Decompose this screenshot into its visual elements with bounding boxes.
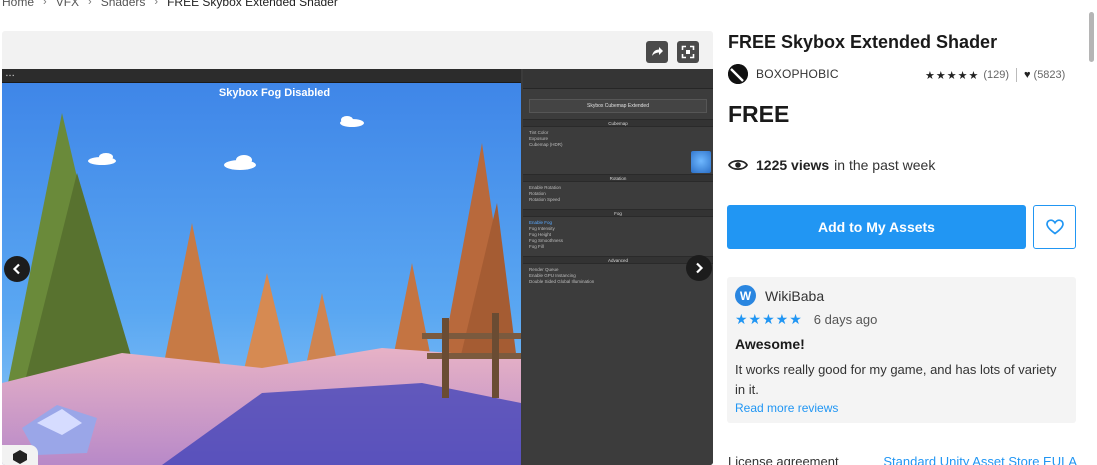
review-stars: ★★★★★ [735, 311, 803, 327]
breadcrumb-current: FREE Skybox Extended Shader [167, 0, 338, 9]
license-link[interactable]: Standard Unity Asset Store EULA [883, 454, 1077, 465]
page-scrollbar[interactable] [1089, 12, 1094, 62]
inspector-header [523, 69, 713, 89]
next-image-button[interactable] [686, 255, 712, 281]
chevron-right-icon [696, 262, 704, 274]
publisher-logo-icon [728, 64, 748, 84]
inspector-shader-title: Skybox Cubemap Extended [529, 99, 707, 113]
review-body: It works really good for my game, and ha… [735, 362, 1057, 397]
read-more-reviews-link[interactable]: Read more reviews [735, 401, 838, 415]
unity-inspector-panel: Skybox Cubemap Extended Cubemap Tint Col… [523, 69, 713, 465]
inspector-row: Rotation Speed [529, 197, 561, 202]
reviewer: W WikiBaba [735, 285, 824, 306]
inspector-row: Double Sided Global Illumination [529, 279, 595, 284]
share-icon [652, 47, 663, 56]
product-title: FREE Skybox Extended Shader [728, 32, 998, 52]
inspector-row: Fog Fill [529, 244, 544, 249]
price: FREE [728, 101, 790, 127]
review-date: 6 days ago [813, 312, 878, 327]
media-toolbar [646, 41, 699, 63]
rating-stars[interactable]: ★★★★★ [925, 69, 979, 82]
heart-outline-icon [1045, 219, 1064, 235]
rating-divider [1016, 68, 1017, 82]
low-poly-scene [2, 83, 521, 465]
inspector-section-fog: Fog [523, 209, 713, 217]
breadcrumb-separator-icon: › [154, 0, 159, 8]
publisher-logo [728, 64, 748, 84]
cube-badge-icon [2, 445, 38, 465]
breadcrumb-shaders[interactable]: Shaders [101, 0, 146, 9]
reviewer-name: WikiBaba [765, 287, 825, 304]
media-viewer: ▪ ▪ ▪ Skybox Fog Disabled Skybox Cubemap… [2, 31, 713, 465]
preview-screenshot[interactable]: ▪ ▪ ▪ Skybox Fog Disabled Skybox Cubemap… [2, 69, 713, 465]
views-suffix: in the past week [834, 157, 936, 173]
license-row: License agreement Standard Unity Asset S… [728, 454, 1077, 465]
add-to-wishlist-button[interactable] [1033, 205, 1076, 249]
cube-icon [13, 450, 27, 464]
breadcrumb: Home › VFX › Shaders › FREE Skybox Exten… [2, 0, 338, 10]
fullscreen-icon [681, 45, 695, 59]
inspector-section-cubemap: Cubemap [523, 119, 713, 127]
fullscreen-button[interactable] [677, 41, 699, 63]
breadcrumb-separator-icon: › [88, 0, 92, 8]
scene-caption: Skybox Fog Disabled [218, 87, 331, 99]
tabbar-decoration: ▪ ▪ ▪ [6, 72, 15, 79]
cubemap-preview-swatch [691, 151, 711, 173]
license-label: License agreement [728, 454, 839, 465]
breadcrumb-home[interactable]: Home [2, 0, 34, 9]
unity-game-tabbar: ▪ ▪ ▪ [2, 69, 521, 83]
avatar: W [735, 285, 756, 306]
favorites-count: (5823) [1033, 69, 1066, 81]
inspector-spacer [523, 148, 713, 168]
share-button[interactable] [646, 41, 668, 63]
breadcrumb-separator-icon: › [43, 0, 47, 8]
review-meta: ★★★★★ 6 days ago [735, 311, 877, 328]
game-scene-image [2, 83, 521, 465]
breadcrumb-vfx[interactable]: VFX [56, 0, 79, 9]
heart-icon: ♥ [1024, 69, 1031, 81]
inspector-section-rotation: Rotation [523, 174, 713, 182]
weekly-views: 1225 views in the past week [728, 157, 935, 173]
publisher-name[interactable]: BOXOPHOBIC [756, 67, 839, 81]
publisher[interactable]: BOXOPHOBIC [728, 64, 839, 84]
rating-count[interactable]: (129) [983, 69, 1009, 81]
eye-icon [728, 159, 748, 171]
views-count: 1225 views [756, 157, 830, 173]
add-to-my-assets-button[interactable]: Add to My Assets [727, 205, 1026, 249]
rating-summary: ★★★★★ (129) ♥ (5823) [925, 68, 1065, 82]
inspector-section-advanced: Advanced [523, 256, 713, 264]
review-card: W WikiBaba ★★★★★ 6 days ago Awesome! It … [727, 277, 1076, 423]
chevron-left-icon [12, 263, 20, 275]
previous-image-button[interactable] [4, 256, 30, 282]
review-title: Awesome! [735, 336, 805, 352]
